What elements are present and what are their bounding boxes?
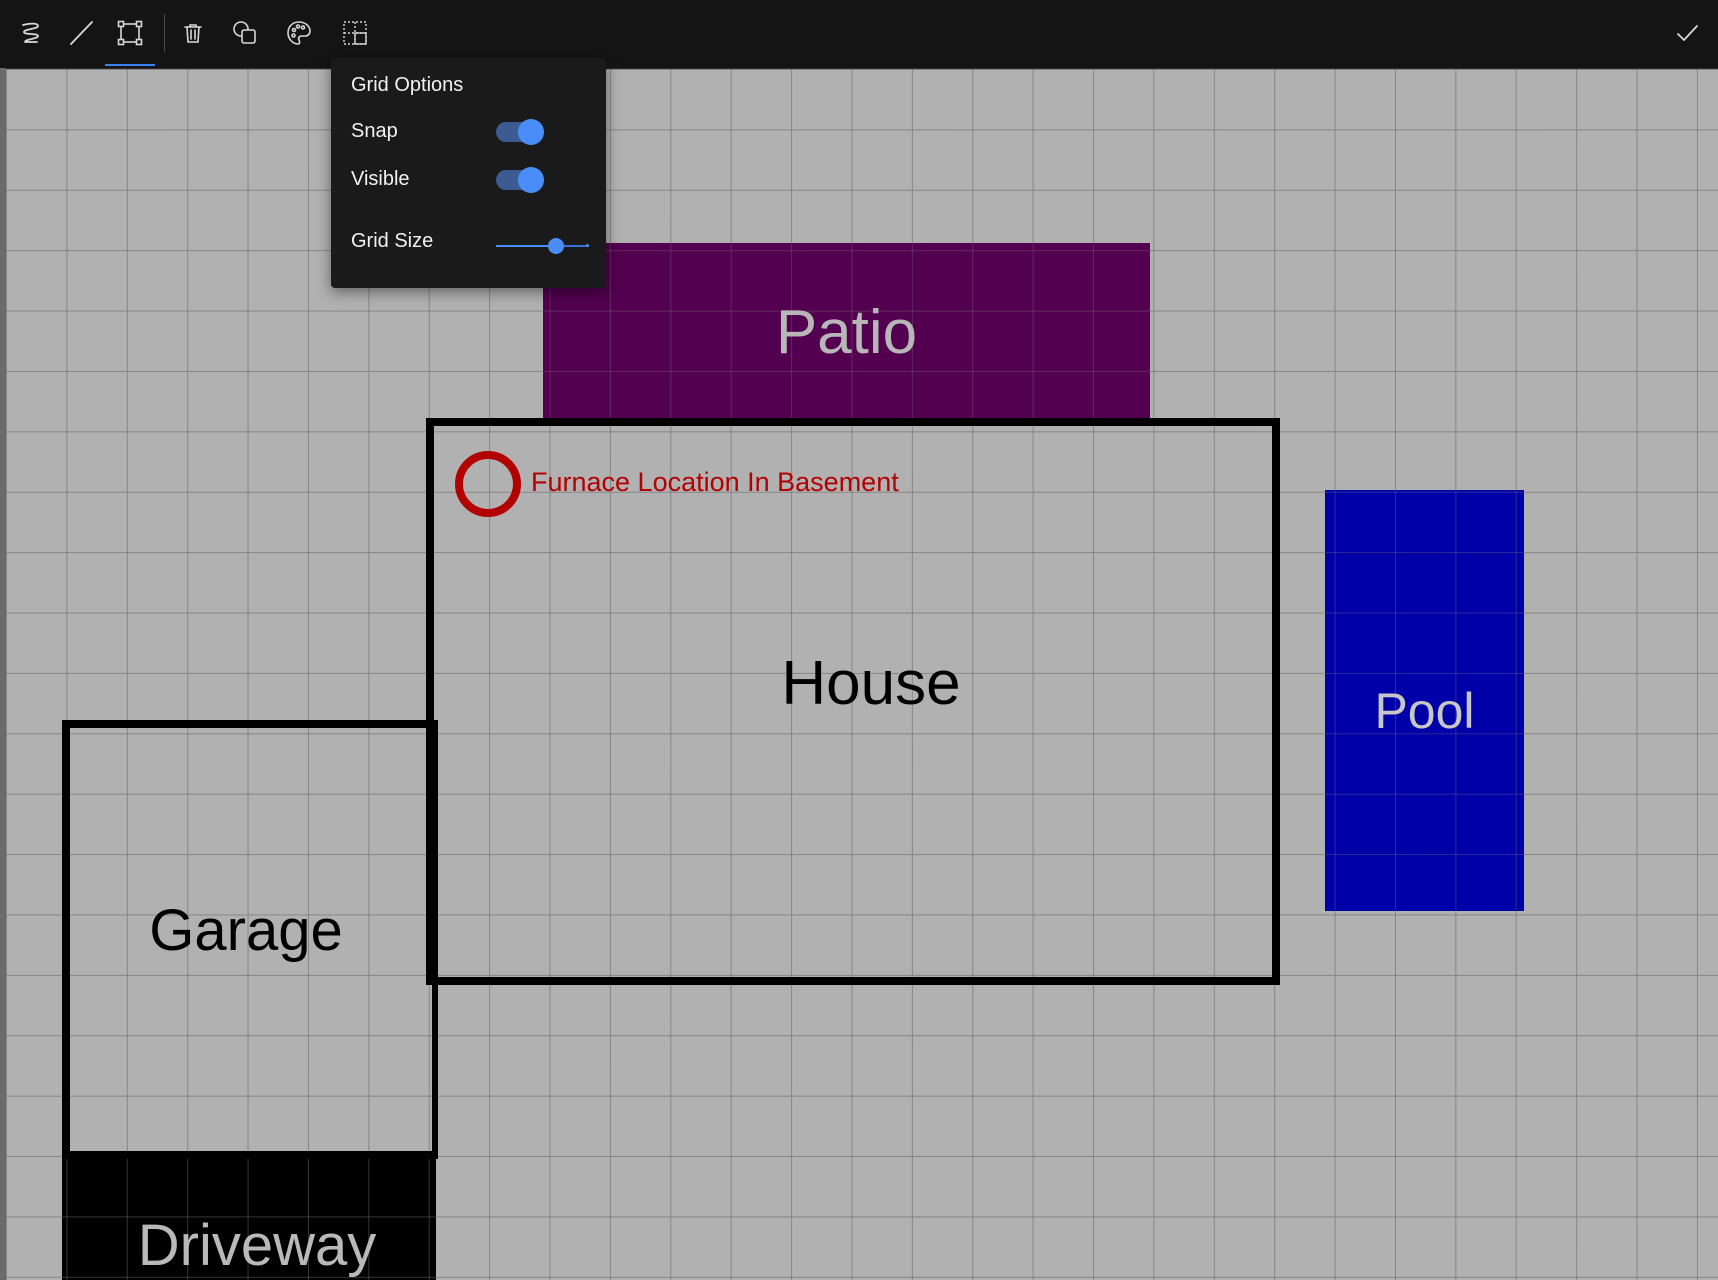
drawing-canvas[interactable]: Patio Driveway House Garage Pool Furnace… — [6, 69, 1718, 1280]
shapes-icon — [233, 21, 256, 44]
grid-options-popover: Grid Options Snap Visible Grid Size — [331, 58, 606, 288]
garage-shape[interactable]: Garage — [62, 720, 438, 1159]
freehand-icon — [22, 22, 39, 43]
patio-label: Patio — [775, 298, 918, 367]
color-button[interactable] — [274, 10, 324, 56]
toolbar — [0, 0, 1718, 69]
visible-toggle[interactable] — [496, 167, 544, 193]
grid-size-slider[interactable] — [496, 238, 589, 254]
visible-label: Visible — [351, 168, 410, 190]
grid-icon — [343, 21, 367, 45]
snap-toggle[interactable] — [496, 119, 544, 145]
pool-shape[interactable]: Pool — [1325, 490, 1524, 911]
grid-size-slider-end — [586, 244, 589, 247]
furnace-marker-circle[interactable] — [455, 451, 521, 517]
rectangle-select-icon — [117, 20, 143, 46]
popover-title: Grid Options — [351, 74, 464, 96]
toolbar-divider — [164, 14, 165, 52]
grid-size-slider-fill — [496, 245, 557, 247]
pool-label: Pool — [1374, 682, 1475, 739]
rectangle-tool-button[interactable] — [105, 10, 155, 66]
shapes-button[interactable] — [220, 10, 270, 56]
patio-shape[interactable]: Patio — [543, 243, 1150, 421]
visible-toggle-knob — [518, 167, 544, 193]
trash-icon — [184, 24, 202, 43]
house-shape[interactable]: House — [426, 418, 1280, 985]
drawing-app: Patio Driveway House Garage Pool Furnace… — [0, 0, 1718, 1280]
grid-options-button[interactable] — [330, 10, 380, 56]
grid-size-label: Grid Size — [351, 230, 434, 252]
grid-size-slider-thumb[interactable] — [548, 238, 565, 254]
driveway-label: Driveway — [137, 1213, 377, 1278]
furnace-annotation-text[interactable]: Furnace Location In Basement — [531, 467, 899, 498]
done-button[interactable] — [1662, 10, 1712, 56]
freehand-tool-button[interactable] — [6, 10, 56, 56]
snap-label: Snap — [351, 120, 398, 142]
line-tool-button[interactable] — [56, 10, 106, 56]
garage-label: Garage — [149, 897, 343, 963]
driveway-shape[interactable]: Driveway — [62, 1151, 436, 1280]
house-label: House — [781, 649, 961, 718]
palette-icon — [287, 21, 311, 45]
snap-toggle-knob — [518, 119, 544, 145]
delete-button[interactable] — [168, 10, 218, 56]
checkmark-icon — [1677, 25, 1698, 41]
line-icon — [70, 21, 93, 45]
